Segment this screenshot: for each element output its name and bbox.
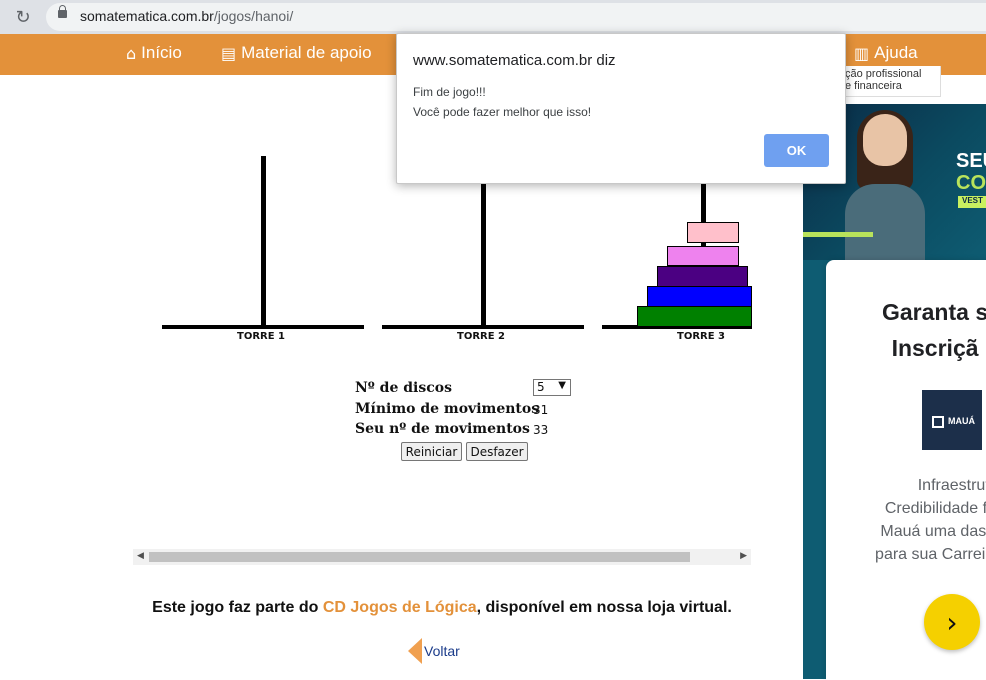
ad-person-image (843, 110, 925, 260)
nav-item-label: Material de apoio (241, 43, 372, 62)
disks-select[interactable]: 5 ▼ (533, 379, 571, 396)
your-moves-value: 33 (533, 423, 549, 437)
nav-item-material[interactable]: ▤ Material de apoio (221, 43, 372, 63)
ad-snippet[interactable]: ção profissional e financeira (840, 66, 941, 97)
footer-text: Este jogo faz parte do CD Jogos de Lógic… (0, 599, 884, 617)
undo-button[interactable]: Desfazer (466, 442, 528, 461)
tower-2-pole[interactable] (481, 170, 486, 328)
min-moves-label: Mínimo de movimentos (355, 401, 540, 417)
maua-logo: MAUÁ (922, 390, 982, 450)
horizontal-scrollbar[interactable]: ◀ ▶ (133, 549, 751, 565)
ad-body-line: Infraestrutur (917, 477, 986, 494)
ad-snippet-line: e financeira (845, 80, 902, 92)
back-label: Voltar (424, 643, 460, 659)
scroll-left-icon[interactable]: ◀ (137, 551, 144, 561)
footer-text-before: Este jogo faz parte do (152, 599, 323, 616)
dialog-message: Fim de jogo!!! Você pode fazer melhor qu… (413, 82, 591, 122)
home-icon: ⌂ (126, 43, 137, 63)
disk-4[interactable] (647, 286, 752, 307)
reload-icon[interactable]: ↻ (12, 6, 34, 28)
nav-item-label: Início (141, 43, 182, 62)
nav-item-inicio[interactable]: ⌂ Início (126, 43, 182, 63)
ad-headline-1: SEU (956, 150, 986, 172)
document-icon: ▤ (221, 43, 237, 63)
nav-item-label: Ajuda (874, 43, 918, 62)
scrollbar-thumb[interactable] (149, 552, 690, 562)
ad-card[interactable]: Garanta s Inscriçã MAUÁ Infraestrutur Cr… (826, 260, 986, 680)
ad-title-line: Inscriçã (891, 335, 979, 361)
dropdown-arrow-icon: ▼ (558, 380, 566, 391)
address-bar[interactable]: somatematica.com.br/jogos/hanoi/ (46, 3, 986, 31)
dialog-message-line: Fim de jogo!!! (413, 85, 486, 99)
tower-1-pole[interactable] (261, 156, 266, 328)
dialog-origin: www.somatematica.com.br diz (413, 52, 616, 69)
scroll-right-icon[interactable]: ▶ (740, 551, 747, 561)
tower-1-label: TORRE 1 (237, 331, 285, 342)
ad-snippet-line: ção profissional (845, 68, 922, 80)
chevron-right-icon[interactable]: › (924, 594, 980, 650)
footer-text-after: , disponível em nossa loja virtual. (476, 599, 732, 616)
ad-logo-text: MAUÁ (948, 416, 975, 426)
browser-toolbar: ↻ somatematica.com.br/jogos/hanoi/ (0, 0, 986, 34)
ok-button[interactable]: OK (764, 134, 829, 167)
tower-2-label: TORRE 2 (457, 331, 505, 342)
disks-label: Nº de discos (355, 380, 452, 396)
nav-item-ajuda[interactable]: ▥ Ajuda (854, 43, 918, 63)
tower-2-base[interactable] (382, 325, 584, 329)
tower-3-label: TORRE 3 (677, 331, 725, 342)
ad-title-line: Garanta s (882, 299, 986, 325)
dialog-message-line: Você pode fazer melhor que isso! (413, 105, 592, 119)
back-link[interactable]: Voltar (408, 638, 460, 664)
disk-2[interactable] (667, 246, 739, 266)
url-text: somatematica.com.br/jogos/hanoi/ (80, 8, 294, 24)
alert-dialog: www.somatematica.com.br diz Fim de jogo!… (396, 33, 846, 184)
ad-headline-2: COM (956, 172, 986, 194)
disk-5[interactable] (637, 306, 752, 327)
disk-3[interactable] (657, 266, 748, 287)
disks-select-value: 5 (537, 380, 545, 394)
book-icon: ▥ (854, 43, 870, 63)
min-moves-value: 31 (533, 403, 549, 417)
ad-badge: VEST (958, 196, 986, 208)
lock-icon (58, 5, 67, 18)
ad-title: Garanta s Inscriçã (882, 294, 986, 366)
ad-body-line: para sua Carreira. (875, 546, 986, 563)
ad-body-text: Infraestrutur Credibilidade faz Mauá uma… (854, 474, 986, 566)
ad-body-line: Mauá uma das m (880, 523, 986, 540)
ad-headline: SEU COM (956, 150, 986, 194)
back-arrow-icon (408, 638, 422, 664)
your-moves-label: Seu nº de movimentos (355, 421, 530, 437)
tower-1-base[interactable] (162, 325, 364, 329)
cd-link[interactable]: CD Jogos de Lógica (323, 599, 477, 616)
ad-accent-line (803, 232, 873, 237)
restart-button[interactable]: Reiniciar (401, 442, 462, 461)
disk-1[interactable] (687, 222, 739, 243)
ad-body-line: Credibilidade faz (884, 500, 986, 517)
